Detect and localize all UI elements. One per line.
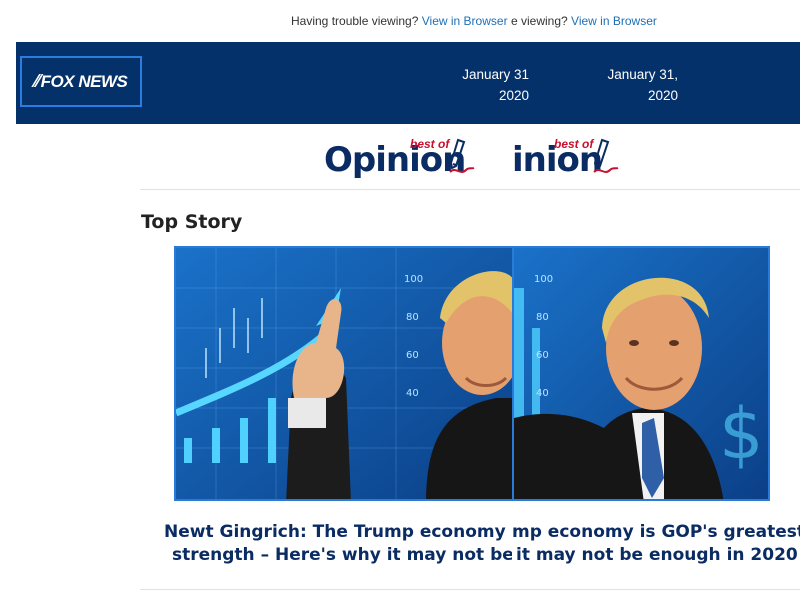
- svg-text:100: 100: [534, 274, 553, 285]
- trouble-viewing-text-duplicate: e viewing? View in Browser: [511, 14, 751, 28]
- pen-icon: [449, 138, 475, 173]
- svg-text:80: 80: [406, 312, 419, 323]
- svg-text:60: 60: [536, 350, 549, 361]
- divider: [140, 589, 800, 590]
- headline-line: Newt Gingrich: The Trump economy is (: [164, 522, 512, 542]
- top-story-headline-duplicate[interactable]: mp economy is GOP's greatest it may not …: [512, 521, 800, 567]
- top-story-image-duplicate[interactable]: 100 80 60 40 $: [512, 246, 770, 501]
- svg-text:40: 40: [406, 388, 419, 399]
- date-text-duplicate: January 31, 2020: [556, 64, 678, 106]
- svg-text:100: 100: [404, 274, 423, 285]
- headline-line: strength – Here's why it may not be en: [172, 545, 512, 565]
- best-of-opinion-banner: Opinion best of: [324, 134, 484, 184]
- fox-logo-mark-icon: ⁄⁄: [34, 71, 41, 91]
- divider: [140, 189, 800, 190]
- section-title: Top Story: [141, 211, 243, 233]
- svg-text:40: 40: [536, 388, 549, 399]
- view-in-browser-link[interactable]: View in Browser: [422, 14, 508, 28]
- headline-line: it may not be enough in 2020: [516, 545, 798, 565]
- date-line: 2020: [498, 88, 529, 103]
- headline-line: mp economy is GOP's greatest: [512, 522, 800, 542]
- best-of-opinion-banner-duplicate: inion best of: [484, 134, 624, 184]
- date-line: January 31,: [607, 67, 678, 82]
- pen-icon: [593, 138, 619, 173]
- top-story-image[interactable]: 100 80 60 40: [174, 246, 514, 501]
- trouble-label: Having trouble viewing?: [291, 14, 419, 28]
- svg-text:80: 80: [536, 312, 549, 323]
- trouble-viewing-text: Having trouble viewing? View in Browser: [291, 14, 511, 28]
- best-of-label: best of: [554, 137, 594, 151]
- svg-text:$: $: [719, 393, 764, 475]
- logo-text: FOX NEWS: [40, 71, 128, 91]
- trouble-label: e viewing?: [511, 14, 568, 28]
- trump-photo: 100 80 60 40 $: [514, 248, 768, 499]
- date-line: January 31: [462, 67, 529, 82]
- svg-text:60: 60: [406, 350, 419, 361]
- top-story-headline[interactable]: Newt Gingrich: The Trump economy is ( st…: [164, 521, 512, 567]
- view-in-browser-link[interactable]: View in Browser: [571, 14, 657, 28]
- fox-news-logo[interactable]: ⁄⁄ FOX NEWS: [20, 56, 142, 107]
- best-of-label: best of: [410, 137, 450, 151]
- date-text: January 31 2020: [411, 64, 529, 106]
- date-line: 2020: [647, 88, 678, 103]
- header-bar: ⁄⁄ FOX NEWS January 31 2020 January 31, …: [16, 42, 800, 124]
- economy-photo: 100 80 60 40: [176, 248, 512, 499]
